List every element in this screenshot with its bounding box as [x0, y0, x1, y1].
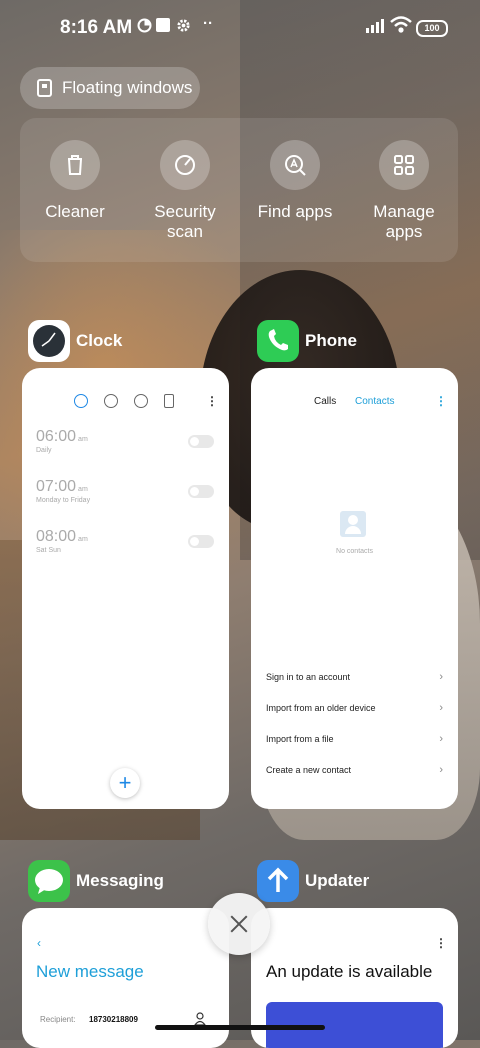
phone-app-name: Phone: [305, 331, 357, 350]
cleaner-button[interactable]: Cleaner: [20, 140, 130, 222]
square-notification-icon: [156, 18, 170, 36]
phone-app-card[interactable]: Calls Contacts ⋮ No contacts Sign in to …: [251, 368, 458, 809]
updater-app-name: Updater: [305, 871, 370, 890]
import-older-device-item[interactable]: Import from an older device ›: [266, 702, 443, 714]
updater-app-icon: [257, 860, 299, 902]
chevron-right-icon: ›: [439, 733, 443, 745]
tab-calls[interactable]: Calls: [314, 396, 336, 407]
status-bar: 8:16 AM ·· 100: [0, 0, 480, 56]
alarm-item[interactable]: 08:00 am Sat Sun: [36, 528, 88, 554]
alarm-item[interactable]: 06:00 am Daily: [36, 428, 88, 454]
alarm-time: 08:00: [36, 528, 77, 545]
clock-app-name: Clock: [76, 331, 123, 350]
alarm-ampm: am: [78, 486, 88, 493]
home-indicator[interactable]: [155, 1025, 325, 1030]
alarm-ampm: am: [78, 536, 88, 543]
chevron-right-icon: ›: [439, 764, 443, 776]
messaging-app-header[interactable]: Messaging: [28, 860, 164, 902]
status-time: 8:16 AM: [60, 17, 133, 38]
updater-app-header[interactable]: Updater: [257, 860, 369, 902]
option-label: Create a new contact: [266, 765, 352, 775]
messaging-app-name: Messaging: [76, 871, 164, 890]
alarm-repeat: Sat Sun: [36, 547, 61, 554]
floating-windows-button[interactable]: Floating windows: [20, 67, 200, 109]
manage-apps-button[interactable]: Manage apps: [349, 140, 459, 242]
phone-tabs: Calls Contacts: [314, 396, 410, 407]
alarm-time: 07:00: [36, 478, 77, 495]
cell-signal-icon: [366, 19, 386, 33]
phone-more-icon[interactable]: ⋮: [435, 394, 447, 408]
gauge-icon: [160, 140, 210, 190]
trash-icon: [50, 140, 100, 190]
clock-app-header[interactable]: Clock: [28, 320, 122, 362]
create-contact-item[interactable]: Create a new contact ›: [266, 764, 443, 776]
phone-app-header[interactable]: Phone: [257, 320, 357, 362]
alarm-item[interactable]: 07:00 am Monday to Friday: [36, 478, 90, 504]
manage-apps-label: Manage apps: [373, 202, 435, 241]
clock-tabs: [72, 394, 212, 408]
alarm-toggle[interactable]: [188, 535, 214, 548]
chevron-right-icon: ›: [439, 671, 443, 683]
alarm-toggle[interactable]: [188, 435, 214, 448]
recipient-label: Recipient:: [40, 1015, 76, 1024]
wifi-icon: [390, 16, 412, 34]
option-label: Import from a file: [266, 734, 334, 744]
security-scan-label: Security scan: [154, 202, 216, 241]
grid-icon: [379, 140, 429, 190]
security-scan-button[interactable]: Security scan: [130, 140, 240, 242]
sign-in-account-item[interactable]: Sign in to an account ›: [266, 671, 443, 683]
no-contacts-text: No contacts: [336, 548, 373, 555]
battery-icon: 100: [416, 20, 448, 37]
alarm-repeat: Daily: [36, 447, 52, 454]
new-message-title: New message: [36, 962, 144, 981]
alarm-repeat: Monday to Friday: [36, 497, 91, 504]
alarm-toggle[interactable]: [188, 485, 214, 498]
settings-gear-icon: [176, 18, 191, 37]
chevron-right-icon: ›: [439, 702, 443, 714]
alarm-tab-icon[interactable]: [74, 394, 88, 408]
data-saver-icon: [137, 18, 152, 37]
clock-app-card[interactable]: ⋮ 06:00 am Daily 07:00 am Monday to Friday…: [22, 368, 229, 809]
add-alarm-button[interactable]: +: [110, 768, 140, 798]
world-clock-tab-icon[interactable]: [104, 394, 118, 408]
back-icon[interactable]: ‹: [37, 936, 41, 950]
find-apps-label: Find apps: [257, 202, 333, 221]
clock-app-icon: [28, 320, 70, 362]
stopwatch-tab-icon[interactable]: [134, 394, 148, 408]
messaging-app-icon: [28, 860, 70, 902]
tab-contacts[interactable]: Contacts: [355, 396, 394, 407]
alarm-time: 06:00: [36, 428, 77, 445]
updater-more-icon[interactable]: ⋮: [435, 936, 447, 950]
close-all-button[interactable]: [208, 893, 270, 955]
import-file-item[interactable]: Import from a file ›: [266, 733, 443, 745]
contact-placeholder-icon: [340, 511, 366, 537]
option-label: Sign in to an account: [266, 672, 351, 682]
timer-tab-icon[interactable]: [164, 394, 174, 408]
cleaner-label: Cleaner: [45, 202, 105, 221]
clock-more-icon[interactable]: ⋮: [206, 394, 218, 408]
recipient-value[interactable]: 18730218809: [89, 1015, 138, 1024]
alarm-ampm: am: [78, 436, 88, 443]
phone-app-icon: [257, 320, 299, 362]
floating-window-icon: [37, 79, 52, 97]
find-apps-button[interactable]: Find apps: [240, 140, 350, 222]
update-available-title: An update is available: [266, 962, 433, 981]
floating-windows-label: Floating windows: [62, 78, 193, 97]
search-app-icon: [270, 140, 320, 190]
more-notifications-icon: ··: [203, 15, 213, 32]
option-label: Import from an older device: [266, 703, 376, 713]
